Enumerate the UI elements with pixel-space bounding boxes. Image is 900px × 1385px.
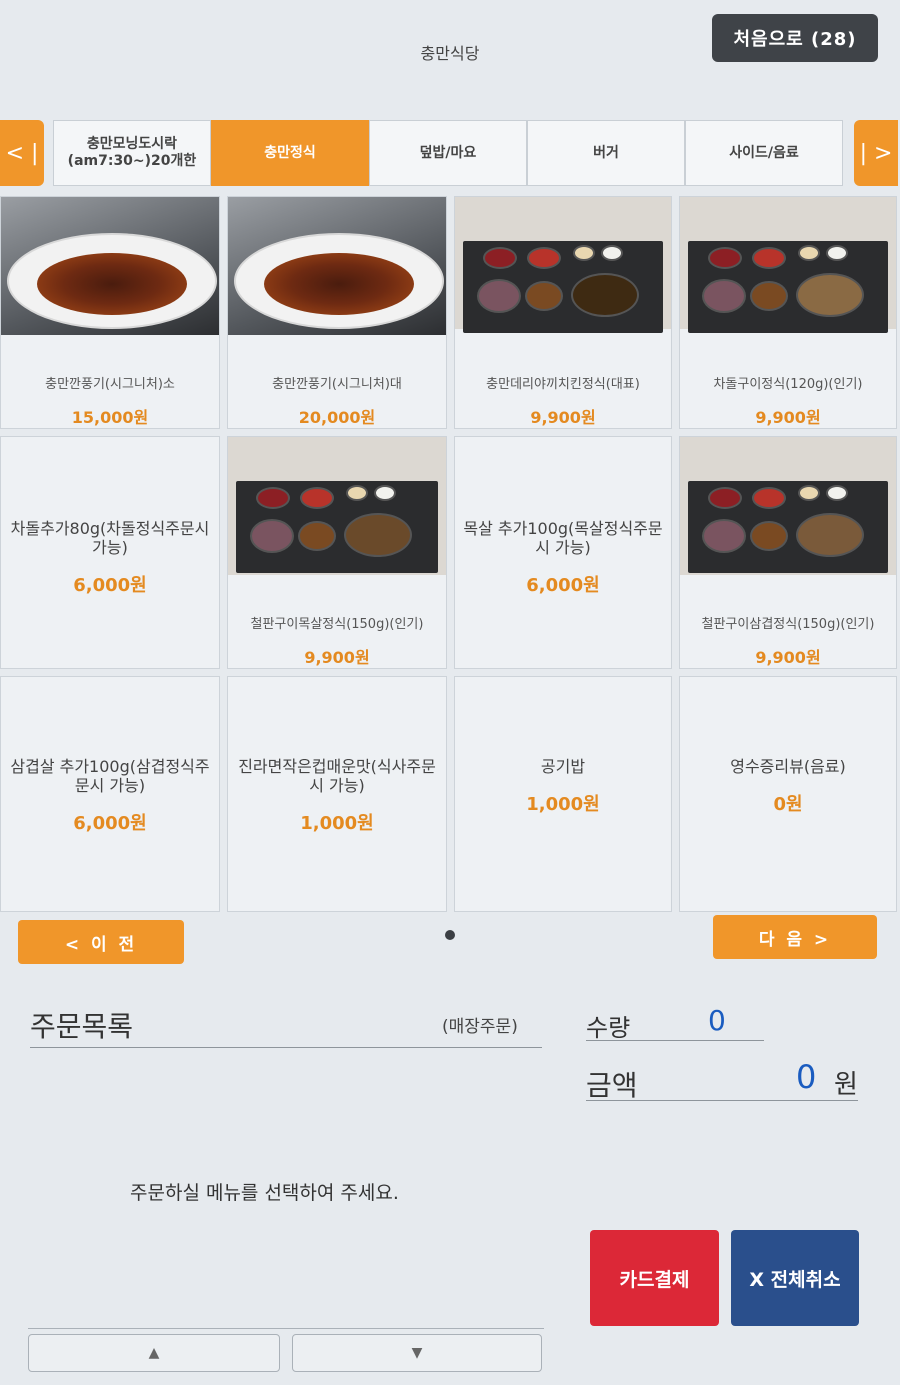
menu-item-card[interactable]: 목살 추가100g(목살정식주문시 가능) 6,000원 [454,436,672,669]
menu-grid: 충만깐풍기(시그니처)소 15,000원 충만깐풍기(시그니처)대 20,000… [0,196,897,912]
menu-item-name: 차돌추가80g(차돌정식주문시 가능) [10,519,210,557]
menu-item-card[interactable]: 충만데리야끼치킨정식(대표) 9,900원 [454,196,672,429]
tab-rice-bowl[interactable]: 덮밥/마요 [369,120,527,186]
menu-item-price: 15,000원 [71,408,149,427]
menu-item-name: 철판구이목살정식(150g)(인기) [250,617,424,632]
food-photo [680,437,896,575]
scroll-down-button[interactable]: ▼ [292,1334,542,1372]
tabs-next-button[interactable]: | > [854,120,898,186]
menu-item-price: 1,000원 [300,813,374,834]
card-payment-button[interactable]: 카드결제 [590,1230,719,1326]
menu-item-price: 0원 [773,794,803,815]
menu-item-card[interactable]: 충만깐풍기(시그니처)대 20,000원 [227,196,447,429]
menu-item-name: 충만데리야끼치킨정식(대표) [486,377,640,392]
header: 충만식당 처음으로 (28) [0,0,900,110]
tab-morning-lunchbox[interactable]: 충만모닝도시락 (am7:30~)20개한 [53,120,211,186]
prev-page-button[interactable]: < 이 전 [18,920,184,964]
amount-unit: 원 [834,1070,858,1100]
page-indicator-dot [445,930,455,940]
tabs-prev-button[interactable]: < | [0,120,44,186]
tab-burger[interactable]: 버거 [527,120,685,186]
scroll-up-button[interactable]: ▲ [28,1334,280,1372]
food-photo [228,437,446,575]
next-page-button[interactable]: 다 음 > [713,915,877,959]
menu-item-name: 충만깐풍기(시그니처)소 [45,377,175,392]
menu-item-name: 삼겹살 추가100g(삼겹정식주문시 가능) [10,757,210,795]
menu-item-card[interactable]: 삼겹살 추가100g(삼겹정식주문시 가능) 6,000원 [0,676,220,912]
menu-item-name: 충만깐풍기(시그니처)대 [272,377,402,392]
order-type-label: (매장주문) [442,1017,518,1037]
menu-item-name: 진라면작은컵매운맛(식사주문시 가능) [238,757,436,795]
menu-item-card[interactable]: 철판구이목살정식(150g)(인기) 9,900원 [227,436,447,669]
divider [586,1100,858,1101]
menu-item-price: 6,000원 [526,575,600,596]
down-arrow-icon: ▼ [411,1345,423,1361]
tab-set-meal[interactable]: 충만정식 [211,120,369,186]
amount-label: 금액 [586,1069,638,1102]
quantity-label: 수량 [586,1014,631,1042]
menu-item-name: 목살 추가100g(목살정식주문시 가능) [463,519,663,557]
divider [586,1040,764,1041]
menu-item-card[interactable]: 영수증리뷰(음료) 0원 [679,676,897,912]
up-arrow-icon: ▲ [148,1345,160,1361]
category-tabs: 충만모닝도시락 (am7:30~)20개한 충만정식 덮밥/마요 버거 사이드/… [53,120,843,186]
menu-item-card[interactable]: 공기밥 1,000원 [454,676,672,912]
menu-item-card[interactable]: 진라면작은컵매운맛(식사주문시 가능) 1,000원 [227,676,447,912]
divider [30,1047,542,1048]
cancel-all-button[interactable]: X 전체취소 [731,1230,859,1326]
home-button[interactable]: 처음으로 (28) [712,14,878,62]
menu-item-price: 20,000원 [298,408,376,427]
menu-item-name: 영수증리뷰(음료) [730,757,846,776]
food-photo [680,197,896,333]
divider [28,1328,544,1329]
amount-value: 0 [796,1058,817,1096]
empty-order-message: 주문하실 메뉴를 선택하여 주세요. [130,1182,399,1204]
order-list-title: 주문목록 [30,1010,134,1043]
menu-item-price: 6,000원 [73,575,147,596]
tab-side-drink[interactable]: 사이드/음료 [685,120,843,186]
food-photo [455,197,671,333]
menu-item-card[interactable]: 차돌구이정식(120g)(인기) 9,900원 [679,196,897,429]
menu-item-name: 공기밥 [540,757,586,776]
menu-item-price: 9,900원 [755,408,821,427]
food-photo [1,197,219,335]
menu-item-card[interactable]: 철판구이삼겹정식(150g)(인기) 9,900원 [679,436,897,669]
menu-item-name: 차돌구이정식(120g)(인기) [713,377,863,392]
menu-item-name: 철판구이삼겹정식(150g)(인기) [701,617,875,632]
menu-item-price: 6,000원 [73,813,147,834]
menu-item-price: 1,000원 [526,794,600,815]
menu-item-price: 9,900원 [304,648,370,667]
quantity-value: 0 [708,1004,726,1037]
food-photo [228,197,446,335]
menu-item-card[interactable]: 충만깐풍기(시그니처)소 15,000원 [0,196,220,429]
menu-item-card[interactable]: 차돌추가80g(차돌정식주문시 가능) 6,000원 [0,436,220,669]
menu-item-price: 9,900원 [755,648,821,667]
menu-item-price: 9,900원 [530,408,596,427]
